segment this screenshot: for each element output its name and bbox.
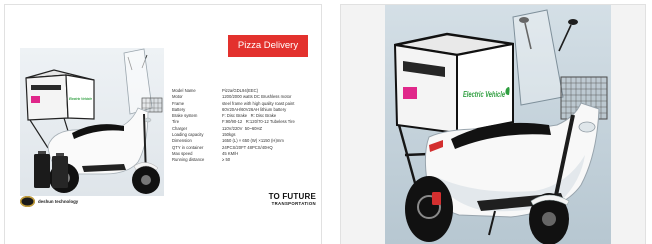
slogan-line-1: TO FUTURE xyxy=(268,192,316,201)
right-mirror xyxy=(568,19,578,25)
front-basket xyxy=(141,97,163,113)
box-logo-text: Electric Vehicle xyxy=(463,89,505,99)
slogan-line-2: TRANSPORTATION xyxy=(271,201,316,206)
box-dark-label xyxy=(31,85,61,90)
delivery-box: Electric Vehicle xyxy=(393,32,514,135)
rear-wheel xyxy=(405,176,453,242)
headlight xyxy=(578,121,596,133)
box-tail-light xyxy=(403,87,417,99)
catalog-page-image[interactable]: Electric Vehicle Pizza Delivery Model Na… xyxy=(4,4,322,244)
scooter-photo: Electric Vehicle xyxy=(385,5,611,244)
headlight xyxy=(144,117,152,123)
rear-tire xyxy=(405,176,453,242)
battery-handle xyxy=(38,151,46,154)
front-hub xyxy=(141,175,151,185)
brand-name: deshun technology xyxy=(38,198,79,204)
product-category-banner: Pizza Delivery xyxy=(228,35,308,57)
product-photo-card[interactable]: Electric Vehicle xyxy=(340,4,646,244)
brand-logo: deshun technology xyxy=(20,195,78,207)
delivery-box: Electric Vehicle xyxy=(25,69,95,121)
battery-pack xyxy=(52,156,68,188)
box-tail-light xyxy=(31,96,40,103)
spec-table: Model Name Pizza/GDL94(EEC) Motor 1200/2… xyxy=(172,88,318,164)
rear-brake-caliper xyxy=(432,192,441,205)
front-hub xyxy=(542,212,556,226)
battery-handle xyxy=(56,153,64,156)
battery-pack xyxy=(34,154,50,188)
spec-value: ≥ 50 xyxy=(222,157,231,163)
front-wheel xyxy=(132,166,160,194)
brand-emblem-icon xyxy=(20,195,35,207)
windshield xyxy=(512,9,564,106)
scooter-illustration: Electric Vehicle xyxy=(393,9,608,244)
spec-label: Running distance xyxy=(172,157,205,163)
box-logo-text: Electric Vehicle xyxy=(69,97,92,101)
slogan: TO FUTURE TRANSPORTATION xyxy=(268,192,316,207)
basket-frame xyxy=(141,97,163,113)
catalog-scooter-illustration: Electric Vehicle xyxy=(25,48,163,194)
catalog-scooter-photo: Electric Vehicle xyxy=(20,48,164,196)
spec-row: Running distance ≥ 50 xyxy=(172,157,318,163)
